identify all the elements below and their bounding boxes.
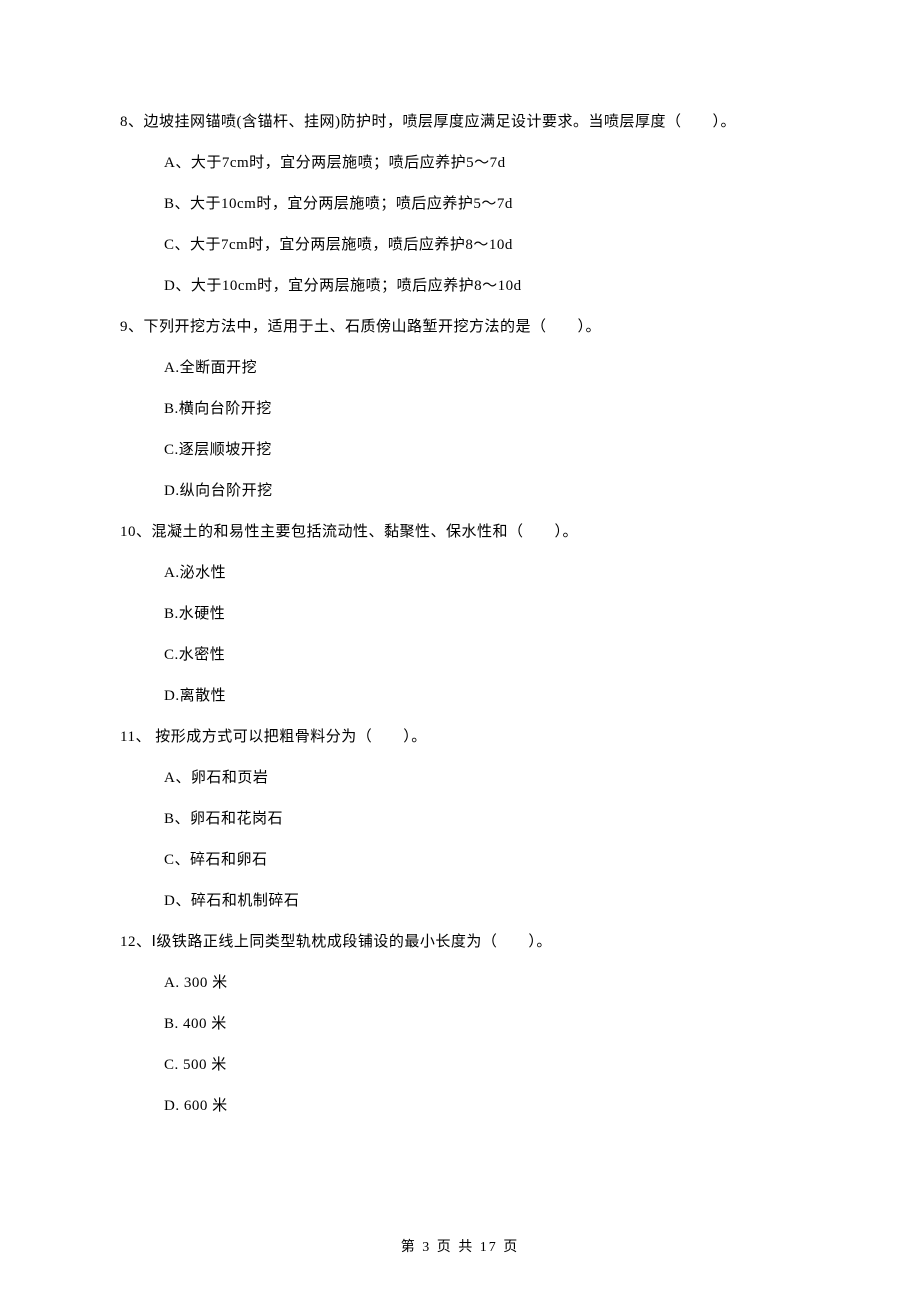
question-11: 11、 按形成方式可以把粗骨料分为（ ）。 A、卵石和页岩 B、卵石和花岗石 C… [120, 730, 802, 909]
question-stem: 10、混凝土的和易性主要包括流动性、黏聚性、保水性和（ ）。 [120, 525, 802, 540]
option-a: A.泌水性 [120, 566, 802, 581]
question-stem: 12、Ⅰ级铁路正线上同类型轨枕成段铺设的最小长度为（ ）。 [120, 935, 802, 950]
option-a: A. 300 米 [120, 976, 802, 991]
option-d: D.纵向台阶开挖 [120, 484, 802, 499]
option-b: B. 400 米 [120, 1017, 802, 1032]
question-12: 12、Ⅰ级铁路正线上同类型轨枕成段铺设的最小长度为（ ）。 A. 300 米 B… [120, 935, 802, 1114]
option-a: A、卵石和页岩 [120, 771, 802, 786]
option-c: C.逐层顺坡开挖 [120, 443, 802, 458]
question-stem: 11、 按形成方式可以把粗骨料分为（ ）。 [120, 730, 802, 745]
option-c: C.水密性 [120, 648, 802, 663]
page-content: 8、边坡挂网锚喷(含锚杆、挂网)防护时，喷层厚度应满足设计要求。当喷层厚度（ ）… [0, 0, 920, 1114]
option-d: D. 600 米 [120, 1099, 802, 1114]
option-d: D.离散性 [120, 689, 802, 704]
option-d: D、碎石和机制碎石 [120, 894, 802, 909]
question-8: 8、边坡挂网锚喷(含锚杆、挂网)防护时，喷层厚度应满足设计要求。当喷层厚度（ ）… [120, 115, 802, 294]
option-d: D、大于10cm时，宜分两层施喷；喷后应养护8～10d [120, 279, 802, 294]
option-a: A.全断面开挖 [120, 361, 802, 376]
option-b: B、卵石和花岗石 [120, 812, 802, 827]
option-c: C. 500 米 [120, 1058, 802, 1073]
option-b: B.横向台阶开挖 [120, 402, 802, 417]
option-b: B、大于10cm时，宜分两层施喷；喷后应养护5～7d [120, 197, 802, 212]
page-footer: 第 3 页 共 17 页 [0, 1236, 920, 1256]
question-stem: 9、下列开挖方法中，适用于土、石质傍山路堑开挖方法的是（ ）。 [120, 320, 802, 335]
question-stem: 8、边坡挂网锚喷(含锚杆、挂网)防护时，喷层厚度应满足设计要求。当喷层厚度（ ）… [120, 115, 802, 130]
option-a: A、大于7cm时，宜分两层施喷；喷后应养护5～7d [120, 156, 802, 171]
question-9: 9、下列开挖方法中，适用于土、石质傍山路堑开挖方法的是（ ）。 A.全断面开挖 … [120, 320, 802, 499]
option-c: C、碎石和卵石 [120, 853, 802, 868]
option-c: C、大于7cm时，宜分两层施喷，喷后应养护8～10d [120, 238, 802, 253]
question-10: 10、混凝土的和易性主要包括流动性、黏聚性、保水性和（ ）。 A.泌水性 B.水… [120, 525, 802, 704]
option-b: B.水硬性 [120, 607, 802, 622]
